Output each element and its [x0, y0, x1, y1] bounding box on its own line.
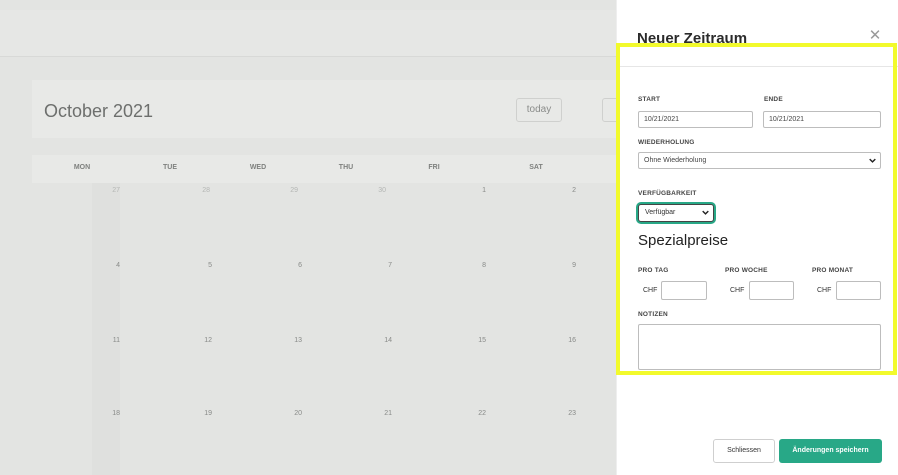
- repeat-select[interactable]: Ohne Wiederholung: [638, 152, 881, 169]
- currency-label: CHF: [730, 287, 745, 294]
- weekday-sat: SAT: [529, 164, 543, 171]
- weekday-wed: WED: [249, 164, 267, 171]
- calendar-day[interactable]: 21: [362, 410, 392, 417]
- calendar-day[interactable]: 28: [180, 187, 210, 194]
- calendar-day[interactable]: 11: [90, 337, 120, 344]
- per-day-label: PRO TAG: [638, 267, 669, 274]
- end-label: ENDE: [764, 96, 783, 103]
- calendar-top-bar: [0, 10, 616, 57]
- calendar-day[interactable]: 2: [546, 187, 576, 194]
- availability-select[interactable]: Verfügbar: [638, 204, 714, 222]
- repeat-select-value: Ohne Wiederholung: [644, 157, 707, 164]
- weekday-fri: FRI: [428, 164, 440, 171]
- weekday-mon: MON: [73, 164, 91, 171]
- calendar-week-row: 11 12 13 14 15 16: [32, 330, 616, 406]
- calendar-week-row: 27 28 29 30 1 2: [32, 183, 616, 259]
- availability-label: VERFÜGBARKEIT: [638, 190, 697, 197]
- prev-month-button[interactable]: [602, 98, 616, 122]
- calendar-day[interactable]: 19: [182, 410, 212, 417]
- calendar-day[interactable]: 5: [182, 262, 212, 269]
- calendar-day[interactable]: 12: [182, 337, 212, 344]
- new-period-panel: Neuer Zeitraum ✕ START 10/21/2021 ENDE 1…: [616, 0, 898, 475]
- calendar-day[interactable]: 30: [356, 187, 386, 194]
- chevron-down-icon: [869, 158, 876, 163]
- calendar-month-title: October 2021: [44, 101, 154, 121]
- calendar-day[interactable]: 8: [456, 262, 486, 269]
- notes-label: NOTIZEN: [638, 311, 668, 318]
- save-changes-button[interactable]: Änderungen speichern: [779, 439, 882, 463]
- end-date-input[interactable]: 10/21/2021: [763, 111, 881, 128]
- calendar-day[interactable]: 15: [456, 337, 486, 344]
- start-label: START: [638, 96, 661, 103]
- calendar-header: October 2021 today: [32, 80, 616, 138]
- calendar-week-row: 18 19 20 21 22 23: [32, 405, 616, 475]
- weekday-tue: TUE: [163, 164, 177, 171]
- notes-textarea[interactable]: [638, 324, 881, 370]
- repeat-label: WIEDERHOLUNG: [638, 139, 695, 146]
- close-icon[interactable]: ✕: [867, 28, 883, 44]
- per-month-price-input[interactable]: [836, 281, 881, 300]
- currency-label: CHF: [643, 287, 658, 294]
- calendar-day[interactable]: 7: [362, 262, 392, 269]
- calendar-backdrop: October 2021 today MON TUE WED THU FRI S…: [0, 0, 616, 475]
- close-button[interactable]: Schliessen: [713, 439, 775, 463]
- chevron-down-icon: [702, 210, 709, 215]
- panel-title: Neuer Zeitraum: [637, 30, 748, 47]
- weekday-header-row: MON TUE WED THU FRI SAT: [32, 155, 616, 183]
- calendar-day[interactable]: 22: [456, 410, 486, 417]
- per-month-label: PRO MONAT: [812, 267, 854, 274]
- calendar-day[interactable]: 13: [272, 337, 302, 344]
- availability-select-value: Verfügbar: [645, 209, 676, 216]
- calendar-day[interactable]: 14: [362, 337, 392, 344]
- per-day-price-input[interactable]: [661, 281, 707, 300]
- calendar-day[interactable]: 1: [456, 187, 486, 194]
- panel-divider: [617, 66, 898, 67]
- per-week-price-input[interactable]: [749, 281, 794, 300]
- calendar-day[interactable]: 29: [268, 187, 298, 194]
- calendar-day[interactable]: 23: [546, 410, 576, 417]
- calendar-week-row: 4 5 6 7 8 9: [32, 255, 616, 331]
- weekday-thu: THU: [338, 164, 354, 171]
- calendar-day[interactable]: 16: [546, 337, 576, 344]
- calendar-day[interactable]: 27: [90, 187, 120, 194]
- calendar-day[interactable]: 6: [272, 262, 302, 269]
- calendar-day[interactable]: 18: [90, 410, 120, 417]
- currency-label: CHF: [817, 287, 832, 294]
- per-week-label: PRO WOCHE: [725, 267, 768, 274]
- start-date-input[interactable]: 10/21/2021: [638, 111, 753, 128]
- special-prices-heading: Spezialpreise: [638, 232, 729, 249]
- calendar-day[interactable]: 4: [90, 262, 120, 269]
- calendar-day[interactable]: 20: [272, 410, 302, 417]
- calendar-day[interactable]: 9: [546, 262, 576, 269]
- today-button[interactable]: today: [516, 98, 562, 122]
